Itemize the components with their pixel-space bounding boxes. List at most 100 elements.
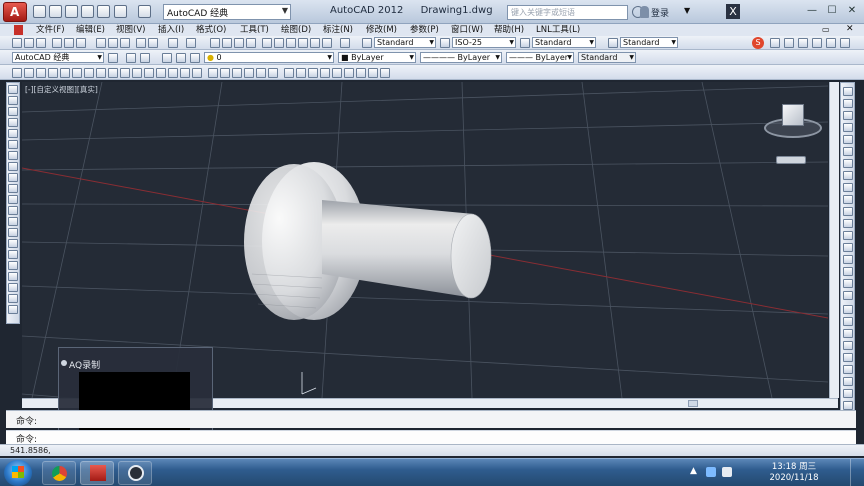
vertical-scrollbar[interactable] [829,82,839,398]
point-icon[interactable] [8,228,18,237]
modeling-tool-10-icon[interactable] [120,68,130,78]
modify-tool-19-icon[interactable] [843,305,853,314]
quickcalc-icon[interactable] [322,38,332,48]
command-input[interactable]: 命令: [6,430,856,445]
modeling-tool-4-icon[interactable] [48,68,58,78]
join-icon[interactable] [843,243,853,252]
explode-icon[interactable] [843,291,853,300]
save-as-icon[interactable] [81,5,94,18]
array-icon[interactable] [843,135,853,144]
plot-preview-icon[interactable] [64,38,74,48]
modeling-tool-14-icon[interactable] [168,68,178,78]
visual-style-5-icon[interactable] [256,68,266,78]
modify-tool-25-icon[interactable] [843,377,853,386]
menu-dimension[interactable]: 标注(N) [323,24,353,36]
color-combo[interactable]: ■ ByLayer ▼ [338,52,416,63]
multileader-style-combo[interactable]: Standard ▼ [620,37,678,48]
menu-format[interactable]: 格式(O) [196,24,226,36]
plot-icon[interactable] [52,38,62,48]
ellipse-icon[interactable] [8,184,18,193]
make-block-icon[interactable] [8,217,18,226]
properties-icon[interactable] [262,38,272,48]
visual-style-12-icon[interactable] [344,68,354,78]
layer-state-icon[interactable] [140,53,150,63]
close-button[interactable]: ✕ [843,3,861,19]
lineweight-combo[interactable]: ——— ByLayer ▼ [506,52,574,63]
visual-style-10-icon[interactable] [320,68,330,78]
move-icon[interactable] [843,147,853,156]
table-style-combo[interactable]: Standard ▼ [532,37,596,48]
layer-lock-icon[interactable] [190,53,200,63]
tool-palettes-icon[interactable] [286,38,296,48]
pan-icon[interactable] [210,38,220,48]
ime-tool-5-icon[interactable] [826,38,836,48]
cut-icon[interactable] [96,38,106,48]
markup-icon[interactable] [310,38,320,48]
viewcube-box-icon[interactable] [782,104,804,126]
visual-style-2-icon[interactable] [220,68,230,78]
circle-icon[interactable] [8,151,18,160]
menu-tools[interactable]: 工具(T) [240,24,269,36]
layer-on-icon[interactable] [162,53,172,63]
search-input[interactable]: 键入关键字或短语 [507,5,628,20]
spline-icon[interactable] [8,173,18,182]
viewport-label[interactable]: [-][自定义视图][真实] [25,84,98,95]
visual-style-6-icon[interactable] [268,68,278,78]
copy-object-icon[interactable] [843,99,853,108]
close-drawing-icon[interactable]: ✕ [846,24,854,34]
offset-icon[interactable] [843,123,853,132]
revision-cloud-icon[interactable] [8,162,18,171]
viewcube[interactable] [764,100,822,144]
modeling-tool-2-icon[interactable] [24,68,34,78]
break-icon[interactable] [843,231,853,240]
visual-style-9-icon[interactable] [308,68,318,78]
insert-block-icon[interactable] [8,206,18,215]
region-icon[interactable] [8,261,18,270]
menu-file[interactable]: 文件(F) [36,24,65,36]
menu-help[interactable]: 帮助(H) [494,24,524,36]
help-toolbar-icon[interactable] [340,38,350,48]
undo-icon[interactable] [114,5,127,18]
visual-style-15-icon[interactable] [380,68,390,78]
modeling-tool-8-icon[interactable] [96,68,106,78]
design-center-icon[interactable] [274,38,284,48]
text-style-icon[interactable] [362,38,372,48]
save-file-icon[interactable] [36,38,46,48]
zoom-window-icon[interactable] [234,38,244,48]
menu-modify[interactable]: 修改(M) [366,24,397,36]
modeling-tool-1-icon[interactable] [12,68,22,78]
match-properties-icon[interactable] [136,38,146,48]
workspace-combo[interactable]: AutoCAD 经典 ▼ [12,52,104,63]
ime-tool-2-icon[interactable] [784,38,794,48]
visual-style-1-icon[interactable] [208,68,218,78]
mtext-icon[interactable] [8,283,18,292]
wcs-menu-button[interactable] [776,156,806,164]
erase-icon[interactable] [843,87,853,96]
modify-tool-21-icon[interactable] [843,329,853,338]
line-icon[interactable] [8,85,18,94]
publish-icon[interactable] [76,38,86,48]
print-icon[interactable] [97,5,110,18]
visual-style-11-icon[interactable] [332,68,342,78]
undo-toolbar-icon[interactable] [168,38,178,48]
linetype-combo[interactable]: ———— ByLayer ▼ [420,52,502,63]
menu-view[interactable]: 视图(V) [116,24,145,36]
trim-icon[interactable] [843,195,853,204]
user-icon[interactable] [640,6,649,18]
text-style-combo[interactable]: Standard ▼ [374,37,436,48]
open-icon[interactable] [49,5,62,18]
dim-style-icon[interactable] [440,38,450,48]
ellipse-arc-icon[interactable] [8,195,18,204]
rotate-icon[interactable] [843,159,853,168]
ime-tool-4-icon[interactable] [812,38,822,48]
menu-lnl-tools[interactable]: LNL工具(L) [536,24,580,36]
open-file-icon[interactable] [24,38,34,48]
start-button[interactable] [4,460,32,486]
restore-icon[interactable]: ▭ [822,25,830,34]
menu-insert[interactable]: 插入(I) [158,24,184,36]
table-style-icon[interactable] [520,38,530,48]
modeling-tool-13-icon[interactable] [156,68,166,78]
copy-icon[interactable] [108,38,118,48]
save-icon[interactable] [65,5,78,18]
exchange-icon[interactable]: X [726,4,740,19]
